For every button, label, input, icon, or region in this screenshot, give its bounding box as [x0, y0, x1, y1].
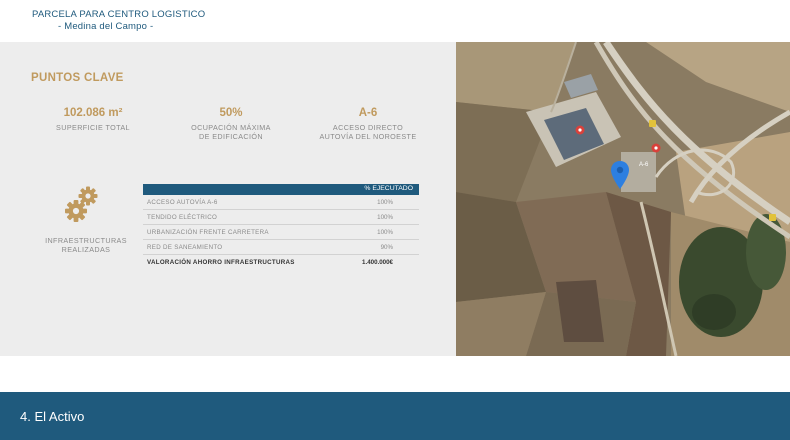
- footer-bar: 4. El Activo: [0, 392, 790, 440]
- kpi-value: 50%: [219, 107, 243, 119]
- page-subtitle: - Medina del Campo -: [58, 21, 154, 32]
- infrastructure-label: INFRAESTRUCTURAS REALIZADAS: [30, 236, 142, 254]
- table-cell-item: RED DE SANEAMIENTO: [147, 244, 223, 251]
- gears-icon: [62, 184, 102, 224]
- table-cell-value: 100%: [377, 229, 393, 236]
- location-pin-icon[interactable]: [610, 160, 630, 190]
- kpi-label: OCUPACIÓN MÁXIMA DE EDIFICACIÓN: [166, 123, 296, 141]
- kpi-label-line: OCUPACIÓN MÁXIMA: [191, 123, 271, 132]
- table-total-label: VALORACIÓN AHORRO INFRAESTRUCTURAS: [147, 259, 295, 266]
- kpi-label-line: ACCESO DIRECTO: [332, 123, 404, 132]
- table-total-value: 1.400.000€: [362, 259, 393, 266]
- header: PARCELA PARA CENTRO LOGISTICO - Medina d…: [0, 0, 790, 42]
- infrastructure-label-line: INFRAESTRUCTURAS: [45, 236, 127, 245]
- table-cell-value: 90%: [380, 244, 393, 251]
- table-row: URBANIZACIÓN FRENTE CARRETERA 100%: [143, 225, 419, 240]
- kpi-access: A-6 ACCESO DIRECTO AUTOVÍA DEL NOROESTE: [303, 107, 433, 141]
- table-header-label: % EJECUTADO: [364, 185, 413, 192]
- road-label: A-6: [639, 162, 649, 168]
- table-row: ACCESO AUTOVÍA A-6 100%: [143, 195, 419, 210]
- table-cell-value: 100%: [377, 199, 393, 206]
- table-header: % EJECUTADO: [143, 184, 419, 195]
- table-cell-item: URBANIZACIÓN FRENTE CARRETERA: [147, 229, 269, 236]
- kpi-occupation: 50% OCUPACIÓN MÁXIMA DE EDIFICACIÓN: [166, 107, 296, 141]
- section-label: 4. El Activo: [20, 409, 85, 424]
- kpi-value: A-6: [358, 107, 378, 119]
- kpi-label-line: AUTOVÍA DEL NOROESTE: [319, 132, 417, 141]
- table-row: TENDIDO ELÉCTRICO 100%: [143, 210, 419, 225]
- infrastructure-label-line: REALIZADAS: [61, 245, 111, 254]
- table-total-row: VALORACIÓN AHORRO INFRAESTRUCTURAS 1.400…: [143, 255, 419, 270]
- kpi-label: SUPERFICIE TOTAL: [28, 123, 158, 132]
- kpi-value: 102.086 m²: [63, 107, 123, 119]
- kpi-label-line: SUPERFICIE TOTAL: [56, 123, 130, 132]
- table-cell-value: 100%: [377, 214, 393, 221]
- table-row: RED DE SANEAMIENTO 90%: [143, 240, 419, 255]
- infrastructure-table: % EJECUTADO ACCESO AUTOVÍA A-6 100% TEND…: [143, 184, 419, 270]
- aerial-map[interactable]: A-6: [456, 42, 790, 356]
- kpi-surface: 102.086 m² SUPERFICIE TOTAL: [28, 107, 158, 132]
- table-cell-item: TENDIDO ELÉCTRICO: [147, 214, 218, 221]
- kpi-label-line: DE EDIFICACIÓN: [199, 132, 263, 141]
- section-title: PUNTOS CLAVE: [31, 72, 124, 84]
- kpi-label: ACCESO DIRECTO AUTOVÍA DEL NOROESTE: [303, 123, 433, 141]
- table-cell-item: ACCESO AUTOVÍA A-6: [147, 199, 218, 206]
- page-title: PARCELA PARA CENTRO LOGISTICO: [32, 9, 206, 20]
